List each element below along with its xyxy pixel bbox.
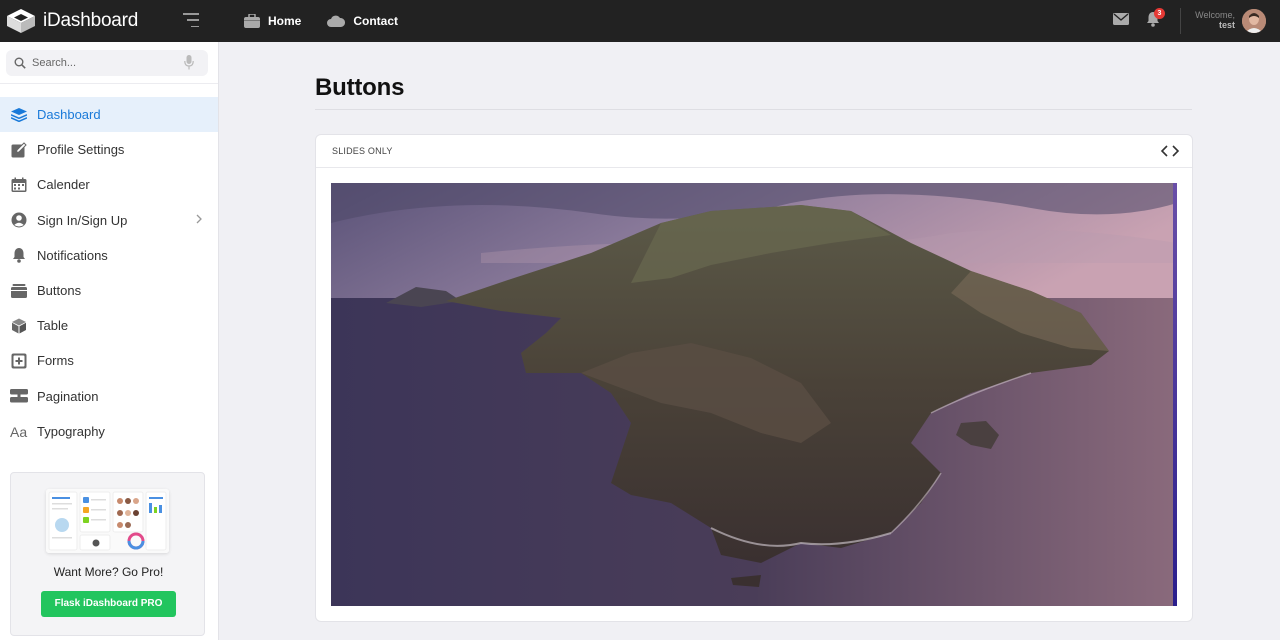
sidebar-item-label: Forms xyxy=(37,353,74,369)
promo-text: Want More? Go Pro! xyxy=(53,565,164,579)
plus-square-icon xyxy=(10,352,28,370)
sidebar: Dashboard Profile Settings Calender Sign… xyxy=(0,42,219,640)
code-toggle-icon[interactable] xyxy=(1160,144,1180,158)
archive-icon xyxy=(10,282,28,300)
sidebar-item-notifications[interactable]: Notifications xyxy=(0,238,218,273)
promo-card: Want More? Go Pro! Flask iDashboard PRO xyxy=(10,472,205,636)
page-title: Buttons xyxy=(315,74,405,101)
chevron-right-icon xyxy=(196,214,202,224)
sidebar-divider xyxy=(0,83,218,84)
sidebar-item-profile-settings[interactable]: Profile Settings xyxy=(0,132,218,167)
top-bar: iDashboard Home Contact 3 Welcome, test xyxy=(0,0,1280,42)
edit-icon xyxy=(10,141,28,159)
sidebar-nav: Dashboard Profile Settings Calender Sign… xyxy=(0,97,218,449)
search-box[interactable] xyxy=(6,50,208,76)
brand-name: iDashboard xyxy=(43,10,139,31)
sidebar-item-typography[interactable]: Aa Typography xyxy=(0,414,218,449)
calendar-icon xyxy=(10,176,28,194)
menu-toggle-icon[interactable] xyxy=(183,13,199,27)
sidebar-item-label: Buttons xyxy=(37,283,82,299)
search-icon xyxy=(14,57,26,69)
top-nav: Home Contact xyxy=(244,0,424,42)
sidebar-item-forms[interactable]: Forms xyxy=(0,343,218,378)
topnav-home-label: Home xyxy=(268,14,302,28)
header-divider xyxy=(1180,8,1181,34)
notifications-button[interactable]: 3 xyxy=(1146,8,1165,32)
carousel-slide-image[interactable] xyxy=(331,183,1177,606)
typography-icon: Aa xyxy=(10,422,28,440)
welcome-text: Welcome, test xyxy=(1195,10,1235,30)
sidebar-item-table[interactable]: Table xyxy=(0,308,218,343)
sidebar-item-dashboard[interactable]: Dashboard xyxy=(0,97,218,133)
cloud-icon xyxy=(327,15,346,27)
svg-text:Aa: Aa xyxy=(10,424,27,438)
box-icon xyxy=(10,317,28,335)
sidebar-item-pagination[interactable]: Pagination xyxy=(0,379,218,414)
notification-badge: 3 xyxy=(1154,8,1165,19)
pagination-icon xyxy=(10,387,28,405)
sidebar-item-label: Profile Settings xyxy=(37,142,125,158)
sidebar-item-label: Notifications xyxy=(37,247,108,263)
carousel-card: SLIDES ONLY xyxy=(315,134,1193,622)
sidebar-item-label: Calender xyxy=(37,177,90,193)
slide-edge xyxy=(1173,183,1177,606)
card-title: SLIDES ONLY xyxy=(332,146,393,156)
welcome-label: Welcome, xyxy=(1195,10,1235,20)
brand-logo-icon xyxy=(6,8,36,34)
user-circle-icon xyxy=(10,211,28,229)
search-input[interactable] xyxy=(32,57,172,69)
sidebar-item-calender[interactable]: Calender xyxy=(0,167,218,202)
sidebar-item-label: Sign In/Sign Up xyxy=(37,212,128,228)
go-pro-button[interactable]: Flask iDashboard PRO xyxy=(41,591,176,617)
mail-icon[interactable] xyxy=(1113,12,1129,26)
sidebar-item-label: Pagination xyxy=(37,388,99,404)
sidebar-item-buttons[interactable]: Buttons xyxy=(0,273,218,308)
layers-icon xyxy=(10,106,28,124)
briefcase-icon xyxy=(244,14,260,28)
username: test xyxy=(1218,20,1235,30)
topnav-contact[interactable]: Contact xyxy=(327,14,398,28)
topnav-home[interactable]: Home xyxy=(244,14,301,28)
brand[interactable]: iDashboard xyxy=(0,0,219,42)
sidebar-item-sign-in[interactable]: Sign In/Sign Up xyxy=(0,203,218,238)
avatar[interactable] xyxy=(1242,9,1266,33)
sidebar-item-label: Table xyxy=(37,318,69,334)
microphone-icon[interactable] xyxy=(184,55,194,70)
sidebar-item-label: Dashboard xyxy=(37,107,101,123)
promo-preview-image xyxy=(46,489,169,553)
sidebar-item-label: Typography xyxy=(37,423,105,439)
card-header: SLIDES ONLY xyxy=(316,135,1192,168)
bell-icon xyxy=(10,246,28,264)
title-divider xyxy=(315,109,1192,110)
topnav-contact-label: Contact xyxy=(353,14,399,28)
